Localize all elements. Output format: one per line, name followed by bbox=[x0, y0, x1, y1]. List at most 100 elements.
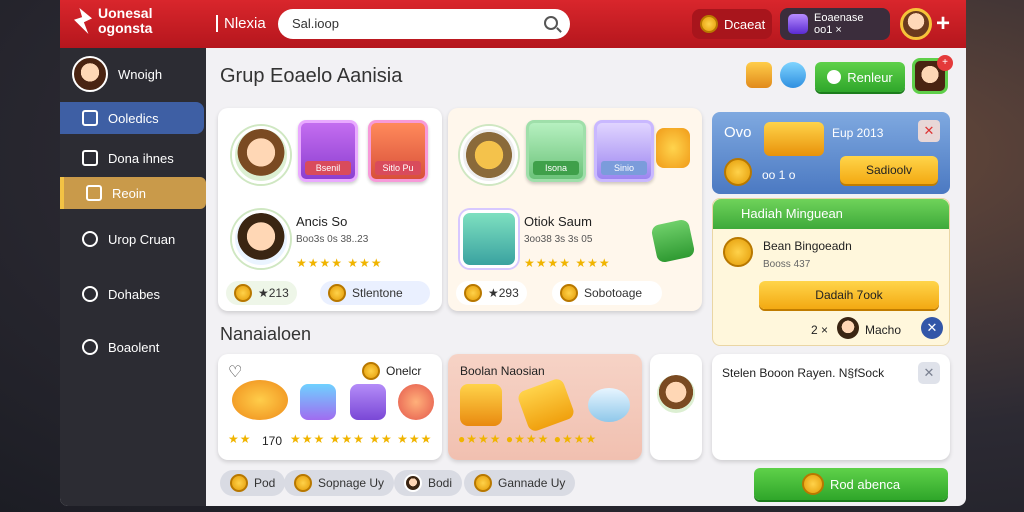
sidebar-item-dona[interactable]: Dona ihnes bbox=[60, 142, 206, 174]
bottom-chip-2[interactable]: Sopnage Uy bbox=[284, 470, 395, 496]
sidebar-item-label: Ooledics bbox=[108, 110, 159, 126]
reward-sub: Booss 437 bbox=[763, 259, 811, 270]
reward-name: Bean Bingoeadn bbox=[763, 239, 852, 253]
bottom-chip-3[interactable]: Bodi bbox=[394, 470, 463, 496]
header-icons bbox=[746, 62, 806, 88]
gems-pill[interactable]: Eoaenase oo1 × bbox=[780, 8, 890, 40]
sidebar-item-boaolent[interactable]: Boaolent bbox=[60, 331, 206, 363]
app-window: Uonesal ogonsta Nlexia Sal.ioop Dcaeat E… bbox=[60, 0, 966, 506]
rating-value: ★293 bbox=[488, 286, 519, 300]
logo-icon bbox=[74, 8, 92, 34]
item-card-1[interactable]: ♡ Onelcr ★★ 170 ★★★ ★★★ ★★ ★★★ bbox=[218, 354, 442, 460]
chip-label: Pod bbox=[254, 476, 276, 490]
home-icon bbox=[82, 110, 98, 126]
heart-icon[interactable]: ♡ bbox=[228, 362, 242, 382]
search-input[interactable]: Sal.ioop bbox=[278, 9, 570, 39]
logo-text: Uonesal ogonsta bbox=[98, 5, 153, 36]
profile-avatar[interactable]: + bbox=[912, 55, 953, 94]
rating-value: ★213 bbox=[258, 286, 289, 300]
character-card-3[interactable] bbox=[650, 354, 702, 460]
app-logo[interactable]: Uonesal ogonsta bbox=[74, 6, 152, 36]
character-portrait bbox=[232, 126, 290, 184]
sidebar-user[interactable]: Wnoigh bbox=[72, 56, 162, 92]
coins-label: Dcaeat bbox=[724, 16, 766, 32]
close-icon[interactable]: ✕ bbox=[921, 317, 943, 339]
group-icon bbox=[82, 231, 98, 247]
rod-abenca-button[interactable]: Rod abenca bbox=[754, 468, 948, 500]
item-card-2[interactable]: Boolan Naosian ●★★★ ●★★★ ●★★★ bbox=[448, 354, 642, 460]
user-avatar bbox=[72, 56, 108, 92]
renleur-label: Renleur bbox=[847, 69, 893, 85]
action-chip[interactable]: Stlentone bbox=[320, 281, 430, 305]
close-icon[interactable]: ✕ bbox=[918, 120, 940, 142]
character-tile[interactable]: Sitlo Pu bbox=[368, 120, 428, 182]
renleur-button[interactable]: Renleur bbox=[815, 62, 905, 92]
sidebar-item-label: Boaolent bbox=[108, 339, 160, 355]
character-portrait bbox=[232, 210, 290, 268]
coins-pill[interactable]: Dcaeat bbox=[692, 9, 772, 39]
coin-icon bbox=[560, 284, 578, 302]
sidebar-item-ooledics[interactable]: Ooledics bbox=[60, 102, 204, 134]
gift-icon[interactable] bbox=[746, 62, 772, 88]
purple-cube-icon bbox=[350, 384, 386, 420]
sidebar-item-label: Reoin bbox=[112, 185, 146, 201]
star-rating: ★★★★ ★★★ bbox=[296, 256, 383, 270]
section-title: Nlexia bbox=[216, 15, 266, 32]
card-label: Onelcr bbox=[386, 364, 422, 378]
star-rating: ●★★★ ●★★★ ●★★★ bbox=[458, 432, 598, 446]
star-rating: ★★★★ ★★★ bbox=[524, 256, 611, 270]
character-tile[interactable]: Isona bbox=[526, 120, 586, 182]
card-label: Boolan Naosian bbox=[460, 364, 545, 378]
character-tile[interactable]: Sinio bbox=[594, 120, 654, 182]
offer-amount: oo 1 o bbox=[762, 168, 796, 182]
coin-icon bbox=[801, 473, 824, 495]
coin-stack-icon bbox=[723, 237, 753, 267]
character-sub: Boo3s 0s 38..23 bbox=[296, 234, 369, 245]
action-chip[interactable]: Sobotoage bbox=[552, 281, 662, 305]
rating-chip[interactable]: ★293 bbox=[456, 281, 527, 305]
coin-icon bbox=[362, 362, 380, 380]
sidebar-item-reoin[interactable]: Reoin bbox=[60, 177, 206, 209]
header-avatar[interactable] bbox=[900, 8, 932, 40]
coin-icon bbox=[230, 474, 248, 492]
gem-icon bbox=[788, 14, 808, 34]
box-icon bbox=[460, 384, 502, 426]
reward-user: Macho bbox=[865, 323, 902, 337]
chip-label: Bodi bbox=[428, 476, 453, 490]
add-icon[interactable]: + bbox=[936, 10, 950, 38]
chip-label: Gannade Uy bbox=[498, 476, 566, 490]
robot-icon bbox=[460, 210, 518, 268]
coin-icon bbox=[328, 284, 346, 302]
character-card-2[interactable]: Isona Sinio Otiok Saum 3oo38 3s 3s 05 ★★… bbox=[448, 108, 702, 311]
claim-button-label: Dadaih 7ook bbox=[815, 288, 883, 302]
chat-icon bbox=[82, 286, 98, 302]
coin-icon bbox=[234, 284, 252, 302]
sidebar-item-label: Dohabes bbox=[108, 286, 161, 302]
rating-chip[interactable]: ★213 bbox=[226, 281, 297, 305]
sidebar-item-urop[interactable]: Urop Cruan bbox=[60, 223, 206, 255]
bottom-chip-1[interactable]: Pod bbox=[220, 470, 286, 496]
reward-header: Hadiah Minguean bbox=[713, 199, 949, 229]
tile-label: Bsenil bbox=[305, 161, 351, 175]
search-icon[interactable] bbox=[544, 16, 558, 30]
section-heading: Nanaialoen bbox=[220, 324, 312, 344]
chip-label: Sobotoage bbox=[584, 286, 643, 300]
bottom-chip-4[interactable]: Gannade Uy bbox=[464, 470, 576, 496]
character-tile[interactable]: Bsenil bbox=[298, 120, 358, 182]
character-sub: 3oo38 3s 3s 05 bbox=[524, 234, 593, 245]
star-rating: ★★★ ★★★ ★★ ★★★ bbox=[290, 432, 433, 446]
sidebar-item-label: Dona ihnes bbox=[108, 150, 174, 166]
close-icon[interactable]: ✕ bbox=[918, 362, 940, 384]
list-icon bbox=[82, 150, 98, 166]
character-card-1[interactable]: Bsenil Sitlo Pu Ancis So Boo3s 0s 38..23… bbox=[218, 108, 442, 311]
note-text: Stelen Booon Rayen. N§fSock bbox=[722, 366, 885, 380]
sidebar-item-dohabes[interactable]: Dohabes bbox=[60, 278, 206, 310]
bookmark-icon bbox=[86, 185, 102, 201]
offer-panel[interactable]: Ovo Eup 2013 ✕ oo 1 o Sadioolv bbox=[712, 112, 950, 194]
tile-label: Sinio bbox=[601, 161, 647, 175]
offer-button-label: Sadioolv bbox=[865, 163, 913, 177]
sidebar-item-label: Urop Cruan bbox=[108, 231, 176, 247]
offer-button[interactable]: Sadioolv bbox=[840, 156, 938, 184]
potion-icon[interactable] bbox=[780, 62, 806, 88]
claim-button[interactable]: Dadaih 7ook bbox=[759, 281, 939, 309]
